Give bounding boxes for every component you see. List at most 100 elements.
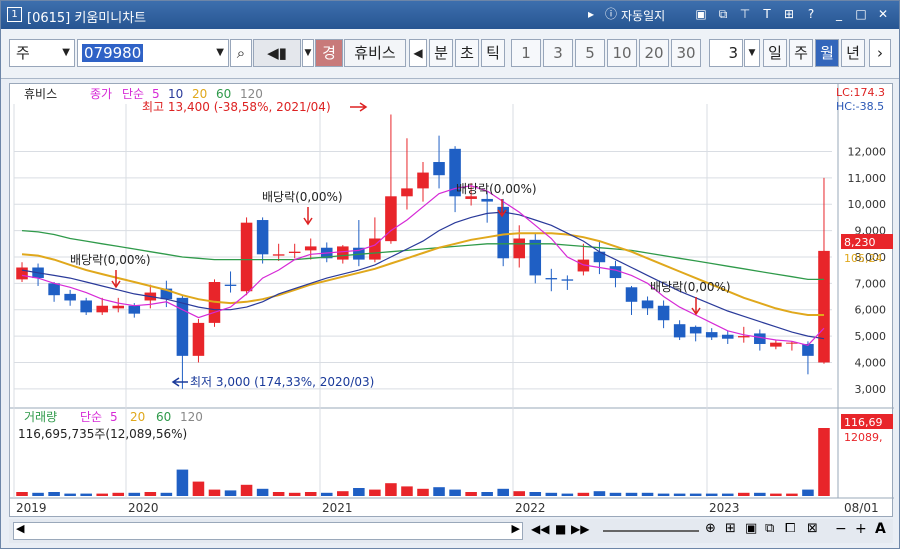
maximize-icon[interactable]: □	[853, 6, 869, 22]
volume-bar	[112, 492, 125, 496]
time-axis-label: 2020	[128, 501, 159, 515]
stock-code-input[interactable]: 079980 ▼	[77, 39, 229, 67]
volume-bar	[96, 493, 108, 496]
help-icon[interactable]: ?	[803, 6, 819, 22]
legend-ma10: 10	[168, 87, 183, 101]
legend-stock-name: 휴비스	[24, 87, 57, 101]
tick-1[interactable]: 1	[511, 39, 541, 67]
info-icon[interactable]: ⓘ	[603, 6, 619, 22]
ma20-line	[21, 232, 824, 316]
text-icon[interactable]: T	[759, 6, 775, 22]
interval-minute[interactable]: 분	[429, 39, 453, 67]
candle-body	[689, 326, 702, 334]
volume-bar	[641, 492, 654, 496]
volume-ma60: 60	[156, 410, 171, 424]
restore-icon[interactable]: ⧠	[785, 521, 795, 536]
period-year[interactable]: 년	[841, 39, 865, 67]
search-icon[interactable]: ⌕	[230, 39, 252, 67]
period-month[interactable]: 월	[815, 39, 839, 67]
dividend-annotation-2019: 배당락(0,00%)	[70, 253, 151, 267]
close-icon[interactable]: ⊠	[807, 521, 818, 536]
chevron-down-icon[interactable]: ▼	[744, 39, 760, 67]
candle-body	[272, 254, 285, 256]
crosshair-icon[interactable]: ⊞	[725, 521, 736, 536]
candle-body	[673, 324, 686, 338]
candle-body	[481, 198, 493, 202]
chevron-down-icon: ▼	[62, 47, 70, 58]
volume-bar	[192, 481, 205, 496]
minimize-icon[interactable]: _	[831, 6, 847, 22]
zoom-slider[interactable]	[603, 530, 699, 532]
title-bar[interactable]: 1 [0615] 키움미니차트 ▸ ⓘ 자동일지 ▣ ⧉ ⊤ T ⊞ ? _ □…	[1, 1, 899, 29]
chevron-down-icon[interactable]: ▼	[302, 39, 314, 67]
close-icon[interactable]: ✕	[875, 6, 891, 22]
low-annotation: 최저 3,000 (174,33%, 2020/03)	[190, 375, 374, 389]
candle-body	[433, 162, 445, 176]
volume-ma-type: 단순	[80, 410, 102, 424]
candle-body	[64, 293, 76, 301]
candlestick-chart[interactable]: 3,0004,0005,0006,0007,0008,0009,00010,00…	[10, 84, 894, 518]
zoom-in-icon[interactable]: ⊕	[705, 521, 716, 536]
tick-10[interactable]: 10	[607, 39, 637, 67]
window-title: [0615] 키움미니차트	[27, 11, 147, 26]
pin-icon[interactable]: ⊤	[737, 6, 753, 22]
font-size-icon[interactable]: A	[875, 521, 886, 537]
rewind-icon[interactable]: ◀◀	[531, 522, 549, 536]
volume-bar	[64, 493, 76, 496]
stop-icon[interactable]: ■	[555, 522, 566, 536]
copy-icon[interactable]: ⧉	[765, 521, 774, 536]
volume-bar	[337, 491, 349, 496]
auto-save-button[interactable]: 자동일지	[621, 7, 665, 24]
volume-bar	[176, 469, 189, 496]
interval-tick[interactable]: 틱	[481, 39, 505, 67]
volume-bar	[625, 492, 638, 496]
volume-ma5: 5	[110, 410, 118, 424]
triangle-right-icon[interactable]: ▸	[583, 6, 599, 22]
volume-value: 116,695,735주(12,089,56%)	[18, 427, 187, 441]
tick-20[interactable]: 20	[639, 39, 669, 67]
fast-forward-icon[interactable]: ▶▶	[571, 522, 589, 536]
window-number-badge: 1	[7, 7, 22, 22]
current-ma-label: 105,24	[844, 252, 883, 265]
candle-body	[738, 336, 750, 338]
volume-bar	[224, 490, 237, 496]
candle-body	[609, 266, 622, 279]
period-type-select[interactable]: 주 ▼	[9, 39, 75, 67]
candle-body	[625, 287, 638, 302]
time-axis: 2019 2020 2021 2022 2023 08/01	[16, 501, 879, 515]
volume-bar	[673, 493, 686, 496]
period-day[interactable]: 일	[763, 39, 787, 67]
tick-30[interactable]: 30	[671, 39, 701, 67]
volume-bar	[545, 492, 558, 496]
volume-bar	[353, 488, 365, 496]
minus-icon[interactable]: −	[835, 521, 847, 537]
price-tick-label: 3,000	[855, 383, 887, 396]
period-week[interactable]: 주	[789, 39, 813, 67]
copy-window-icon[interactable]: ⧉	[715, 6, 731, 22]
candle-body	[128, 305, 141, 314]
triangle-left-icon[interactable]: ◀	[409, 39, 427, 67]
price-tick-label: 4,000	[855, 356, 887, 369]
volume-bar	[465, 492, 477, 496]
horizontal-scrollbar[interactable]: ◀ ▶	[13, 522, 523, 540]
scroll-right-icon[interactable]: ▶	[512, 522, 520, 535]
interval-second[interactable]: 초	[455, 39, 479, 67]
speaker-icon[interactable]: ◀▮	[253, 39, 301, 67]
layout-icon[interactable]: ▣	[693, 6, 709, 22]
count-input[interactable]: 3	[709, 39, 743, 67]
chevron-right-icon[interactable]: ›	[869, 39, 891, 67]
tick-5[interactable]: 5	[575, 39, 605, 67]
candle-body	[80, 300, 92, 313]
legend-ma5: 5	[152, 87, 160, 101]
price-axis: 3,0004,0005,0006,0007,0008,0009,00010,00…	[848, 145, 887, 395]
plus-icon[interactable]: +	[855, 521, 867, 537]
window-icon[interactable]: ▣	[745, 521, 757, 536]
volume-bar	[320, 492, 333, 496]
grid-icon[interactable]: ⊞	[781, 6, 797, 22]
chart-area[interactable]: 3,000 4,000 5,000 6,000 7,000 8,000 9,000 10,00…	[9, 83, 894, 518]
volume-bar	[385, 483, 397, 496]
volume-bar	[288, 492, 301, 496]
scroll-left-icon[interactable]: ◀	[16, 522, 24, 535]
tick-3[interactable]: 3	[543, 39, 573, 67]
volume-bar	[433, 487, 445, 496]
